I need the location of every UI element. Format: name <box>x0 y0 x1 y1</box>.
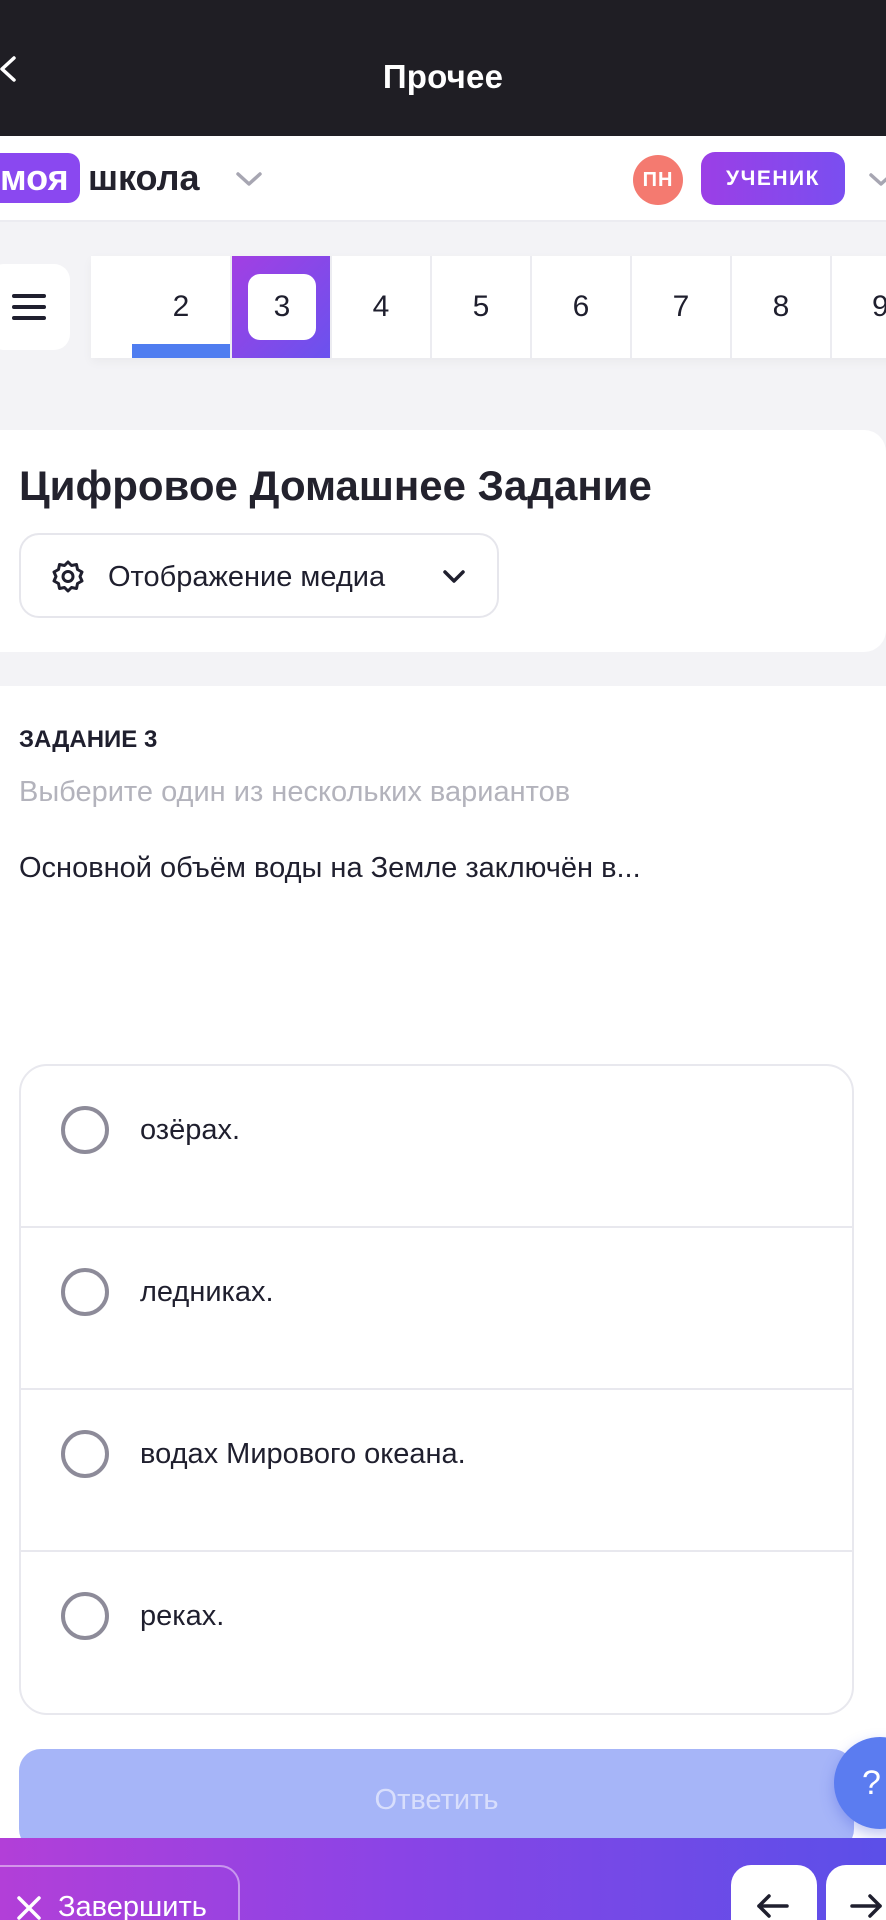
radio-button[interactable] <box>61 1268 109 1316</box>
radio-button[interactable] <box>61 1430 109 1478</box>
answer-option[interactable]: реках. <box>21 1552 852 1713</box>
logo-text[interactable]: школа <box>88 153 200 203</box>
logo-pill[interactable]: моя <box>0 153 80 203</box>
next-button[interactable] <box>826 1865 886 1920</box>
answer-option[interactable]: водах Мирового океана. <box>21 1390 852 1552</box>
answer-option-label: водах Мирового океана. <box>140 1438 466 1470</box>
task-number-6[interactable]: 6 <box>532 256 632 358</box>
media-display-label: Отображение медиа <box>108 561 386 593</box>
radio-button[interactable] <box>61 1106 109 1154</box>
task-hint: Выберите один из нескольких вариантов <box>19 776 571 808</box>
answer-option-label: реках. <box>140 1600 225 1632</box>
task-number-label: ЗАДАНИЕ 3 <box>19 726 158 753</box>
chevron-down-icon[interactable] <box>234 168 264 190</box>
page-header-title: Прочее <box>382 58 504 95</box>
avatar[interactable]: ПН <box>633 155 683 205</box>
answer-option[interactable]: озёрах. <box>21 1066 852 1228</box>
page-title: Цифровое Домашнее Задание <box>19 462 652 509</box>
task-question: Основной объём воды на Земле заключён в.… <box>19 852 641 884</box>
answer-option-label: озёрах. <box>140 1114 241 1146</box>
gear-icon <box>52 560 84 593</box>
radio-button[interactable] <box>61 1592 109 1640</box>
menu-icon <box>12 294 46 298</box>
answer-button[interactable]: Ответить <box>19 1749 854 1851</box>
chevron-down-icon[interactable] <box>868 170 886 190</box>
close-icon <box>17 1896 41 1920</box>
answer-options: озёрах. ледниках. водах Мирового океана.… <box>19 1064 854 1715</box>
finish-button[interactable]: Завершить <box>0 1865 240 1920</box>
menu-button[interactable] <box>0 264 70 350</box>
task-number-7[interactable]: 7 <box>632 256 732 358</box>
task-number-9[interactable]: 9 <box>832 256 886 358</box>
previous-button[interactable] <box>731 1865 817 1920</box>
arrow-right-icon <box>850 1894 882 1918</box>
answer-option-label: ледниках. <box>140 1276 274 1308</box>
top-bar: Прочее <box>0 0 886 136</box>
task-number-label: 3 <box>248 274 316 340</box>
task-number-4[interactable]: 4 <box>332 256 432 358</box>
role-badge[interactable]: УЧЕНИК <box>701 152 845 205</box>
chevron-down-icon <box>443 570 465 583</box>
answer-option[interactable]: ледниках. <box>21 1228 852 1390</box>
task-number-3-active[interactable]: 3 <box>232 256 332 358</box>
task-number-8[interactable]: 8 <box>732 256 832 358</box>
task-number-5[interactable]: 5 <box>432 256 532 358</box>
media-display-dropdown[interactable]: Отображение медиа <box>19 533 499 618</box>
finish-label: Завершить <box>58 1891 207 1920</box>
task-number-2[interactable]: 2 <box>132 256 232 358</box>
arrow-left-icon <box>757 1894 789 1918</box>
